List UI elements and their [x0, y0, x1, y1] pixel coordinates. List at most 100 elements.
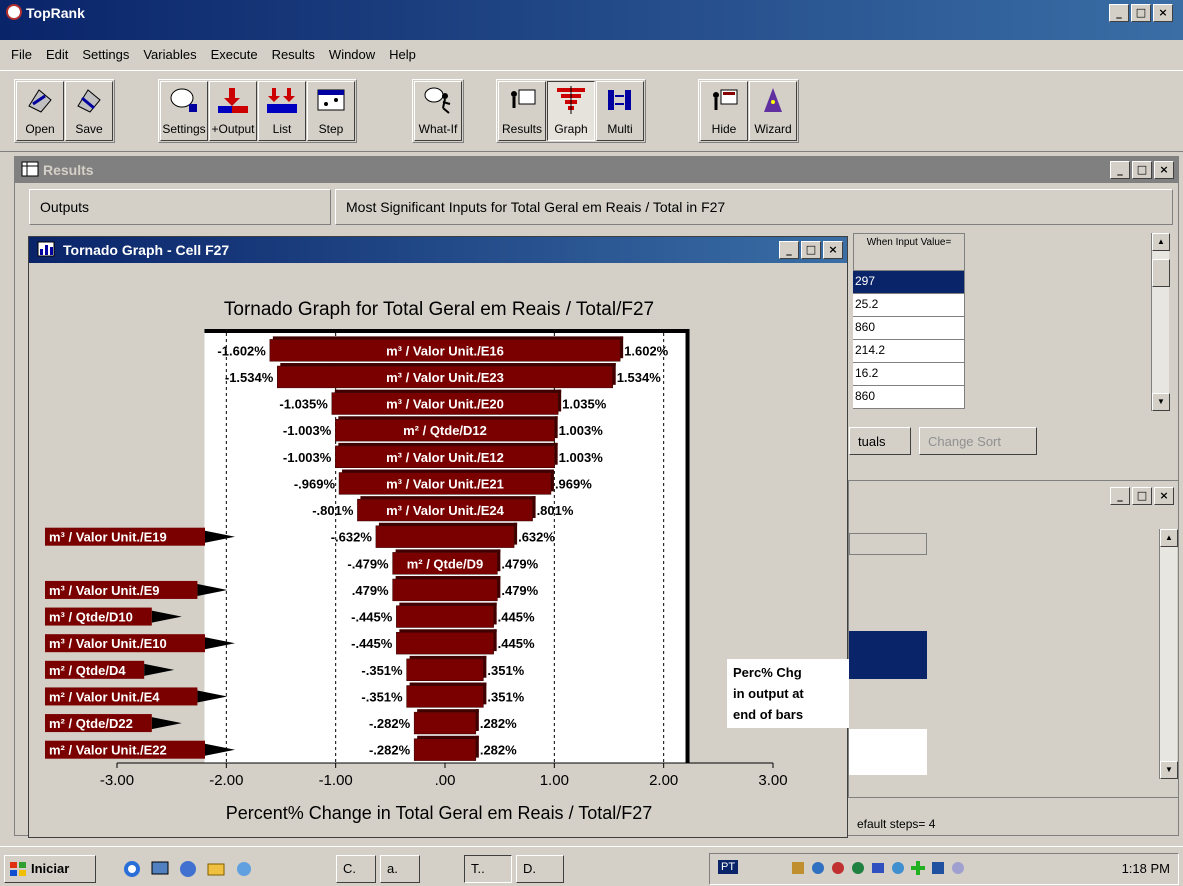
secondary-window-controls: _ □ × [1110, 487, 1174, 505]
system-tray: PT 1:18 PM [709, 853, 1179, 885]
high-value-label: .351% [487, 689, 524, 704]
change-sort-button[interactable]: Change Sort [919, 427, 1037, 455]
bar-shadow [612, 363, 616, 385]
ie-icon[interactable] [122, 859, 142, 879]
tray-app-icon[interactable] [810, 860, 826, 876]
scroll-up-button[interactable]: ▲ [1152, 233, 1170, 251]
bar-shadow [417, 735, 479, 739]
x-tick-label: 1.00 [540, 772, 569, 789]
app-window-controls: _ □ × [1109, 4, 1173, 22]
multi-button[interactable]: Multi [596, 81, 644, 141]
start-button[interactable]: Iniciar [4, 855, 96, 883]
scroll-down-button[interactable]: ▼ [1152, 393, 1170, 411]
language-indicator[interactable]: PT [718, 860, 739, 874]
bar-shadow [338, 416, 558, 420]
add-output-button[interactable]: +Output [209, 81, 257, 141]
tray-app-icon[interactable] [930, 860, 946, 876]
tray-app-icon[interactable] [870, 860, 886, 876]
secondary-maximize-button[interactable]: □ [1132, 487, 1152, 505]
grid-row[interactable]: 16.2 [853, 363, 965, 386]
desktop-icon[interactable] [150, 859, 170, 879]
wizard-button[interactable]: Wizard [749, 81, 797, 141]
secondary-close-button[interactable]: × [1154, 487, 1174, 505]
results-maximize-button[interactable]: □ [1132, 161, 1152, 179]
list-icon [267, 88, 297, 113]
taskbar-item-explorer[interactable]: C. [336, 855, 376, 883]
toolbar-group-results: Results Graph Multi [496, 79, 646, 143]
actuals-button[interactable]: tuals [849, 427, 911, 455]
tornado-chart: -3.00 -2.00 -1.00 .00 1.00 2.00 3.00 -1.602% 1.6… [45, 329, 788, 789]
plus-icon[interactable] [910, 860, 926, 876]
folder-icon[interactable] [206, 859, 226, 879]
minimize-button[interactable]: _ [1109, 4, 1129, 22]
tornado-bar [406, 658, 484, 681]
menu-execute[interactable]: Execute [204, 47, 265, 62]
tray-app-icon[interactable] [950, 860, 966, 876]
bar-shadow [417, 709, 479, 713]
results-button[interactable]: Results [498, 81, 546, 141]
tray-app-icon[interactable] [790, 860, 806, 876]
secondary-scrollbar[interactable]: ▲ ▼ [1159, 529, 1178, 779]
list-button[interactable]: List [258, 81, 306, 141]
grid-row[interactable]: 860 [853, 317, 965, 340]
tornado-bar [413, 738, 477, 761]
results-window-icon [21, 161, 39, 177]
close-button[interactable]: × [1153, 4, 1173, 22]
bar-category-label: m³ / Valor Unit./E16 [386, 343, 504, 358]
taskbar-item-word[interactable]: D. [516, 855, 564, 883]
grid-row[interactable]: 860 [853, 386, 965, 409]
open-button[interactable]: Open [16, 81, 64, 141]
tray-app-icon[interactable] [850, 860, 866, 876]
windows-logo-icon [10, 862, 26, 876]
hide-button[interactable]: Hide [700, 81, 748, 141]
menu-results[interactable]: Results [265, 47, 322, 62]
grid-header: When Input Value= [853, 233, 965, 271]
high-value-label: 1.534% [617, 370, 662, 385]
tornado-bar [396, 632, 494, 655]
tray-app-icon[interactable] [830, 860, 846, 876]
save-button[interactable]: Save [65, 81, 113, 141]
high-value-label: .282% [480, 743, 517, 758]
secondary-row[interactable] [849, 729, 927, 775]
taskbar: Iniciar C. a. T.. D. PT 1:18 PM [0, 846, 1183, 886]
taskbar-item-excel[interactable]: a. [380, 855, 420, 883]
menu-edit[interactable]: Edit [39, 47, 75, 62]
graph-button[interactable]: Graph [547, 81, 595, 141]
scroll-up-button[interactable]: ▲ [1160, 529, 1178, 547]
scroll-thumb[interactable] [1152, 259, 1170, 287]
menu-settings[interactable]: Settings [75, 47, 136, 62]
tornado-close-button[interactable]: × [823, 241, 843, 259]
toolbar-group-setup: Settings +Output List Step [158, 79, 357, 143]
tray-app-icon[interactable] [890, 860, 906, 876]
high-value-label: .479% [501, 583, 538, 598]
results-close-button[interactable]: × [1154, 161, 1174, 179]
step-button[interactable]: Step [307, 81, 355, 141]
menu-variables[interactable]: Variables [136, 47, 203, 62]
bar-shadow [399, 629, 497, 633]
secondary-minimize-button[interactable]: _ [1110, 487, 1130, 505]
tornado-minimize-button[interactable]: _ [779, 241, 799, 259]
menu-file[interactable]: File [4, 47, 39, 62]
scroll-down-button[interactable]: ▼ [1160, 761, 1178, 779]
grid-row[interactable]: 25.2 [853, 294, 965, 317]
media-icon[interactable] [178, 859, 198, 879]
outside-category-label: m² / Valor Unit./E22 [49, 743, 167, 758]
tornado-maximize-button[interactable]: □ [801, 241, 821, 259]
settings-button[interactable]: Settings [160, 81, 208, 141]
results-minimize-button[interactable]: _ [1110, 161, 1130, 179]
grid-row[interactable]: 214.2 [853, 340, 965, 363]
grid-scrollbar[interactable]: ▲ ▼ [1151, 233, 1170, 411]
inputs-header: Most Significant Inputs for Total Geral … [335, 189, 1173, 225]
messenger-icon[interactable] [234, 859, 254, 879]
menu-window[interactable]: Window [322, 47, 382, 62]
secondary-selected-row[interactable] [849, 631, 927, 679]
what-if-button[interactable]: What-If [414, 81, 462, 141]
high-value-label: 1.003% [559, 450, 604, 465]
maximize-button[interactable]: □ [1131, 4, 1151, 22]
taskbar-item-toprank[interactable]: T.. [464, 855, 512, 883]
menu-help[interactable]: Help [382, 47, 423, 62]
app-titlebar: TopRank _ □ × [0, 0, 1183, 40]
open-icon [28, 89, 52, 113]
grid-row[interactable]: 297 [853, 271, 965, 294]
tornado-bar [406, 685, 484, 708]
